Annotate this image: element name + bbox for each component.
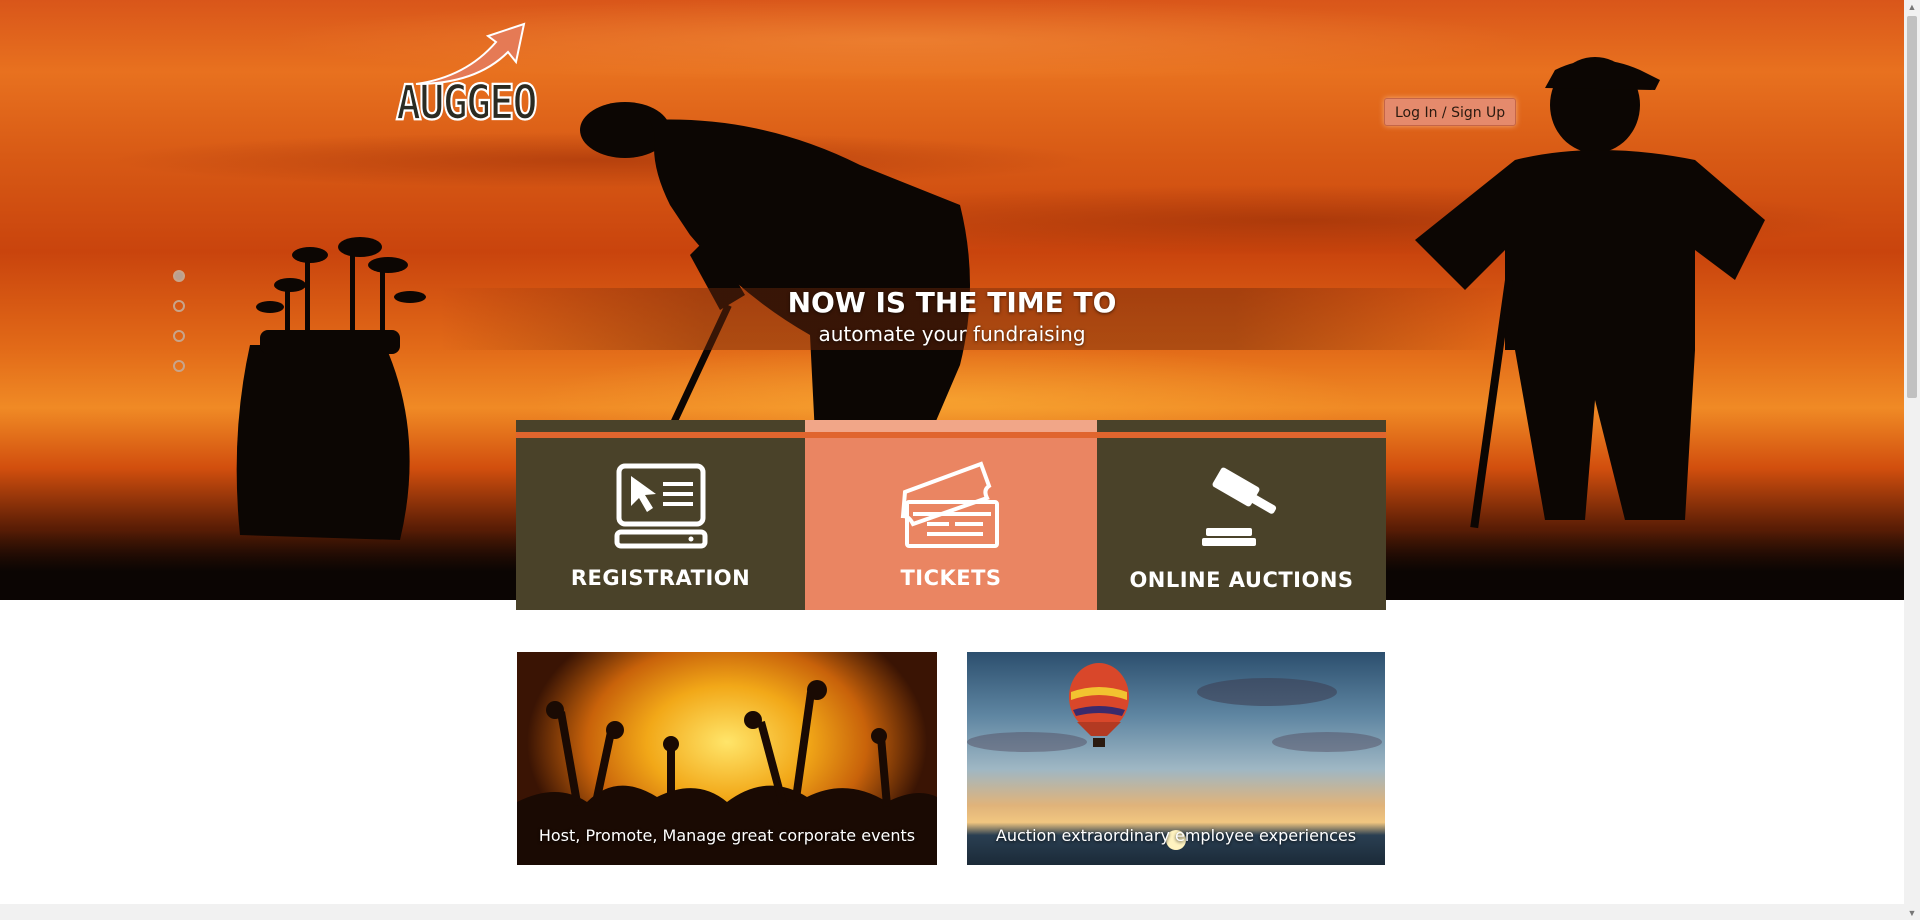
registration-label: REGISTRATION	[570, 566, 751, 590]
tickets-label: TICKETS	[900, 566, 1002, 590]
logo-text: AUGGEO	[395, 74, 539, 131]
page: AUGGEO Log In / Sign Up NOW IS THE TIME …	[0, 0, 1904, 920]
hero-subheadline: automate your fundraising	[818, 322, 1086, 346]
corporate-events-card[interactable]: Host, Promote, Manage great corporate ev…	[517, 652, 937, 865]
employee-experiences-caption: Auction extraordinary employee experienc…	[995, 826, 1357, 845]
registration-tile[interactable]: REGISTRATION	[516, 420, 805, 610]
scroll-up-arrow-icon[interactable]: ▲	[1904, 0, 1920, 14]
hero-headline: NOW IS THE TIME TO	[787, 286, 1117, 319]
corporate-events-caption: Host, Promote, Manage great corporate ev…	[538, 826, 916, 845]
scrollbar-thumb[interactable]	[1907, 16, 1917, 398]
computer-cursor-icon	[614, 463, 707, 549]
gavel-icon	[1201, 467, 1276, 546]
vertical-scrollbar[interactable]: ▲ ▼	[1904, 0, 1920, 920]
online-auctions-tile[interactable]: ONLINE AUCTIONS	[1097, 420, 1386, 610]
tile-top-bar	[1097, 420, 1386, 438]
tile-top-bar	[516, 420, 805, 438]
online-auctions-label: ONLINE AUCTIONS	[1129, 568, 1354, 592]
golf-bag-silhouette	[236, 237, 426, 540]
login-signup-button[interactable]: Log In / Sign Up	[1384, 98, 1517, 126]
employee-experiences-card[interactable]: Auction extraordinary employee experienc…	[967, 652, 1385, 865]
tickets-tile[interactable]: TICKETS	[805, 420, 1097, 610]
next-section-edge	[0, 904, 1904, 920]
tile-top-bar	[805, 420, 1097, 438]
auggeo-logo[interactable]: AUGGEO	[395, 22, 539, 134]
scroll-down-arrow-icon[interactable]: ▼	[1904, 906, 1920, 920]
tickets-icon	[900, 461, 999, 548]
carousel-dot-4[interactable]	[173, 360, 185, 372]
carousel-dot-1[interactable]	[173, 270, 185, 282]
feature-tiles: REGISTRATION TICKETS ONLINE AUCTIONS	[516, 420, 1386, 610]
golfer-silhouette	[580, 102, 970, 435]
